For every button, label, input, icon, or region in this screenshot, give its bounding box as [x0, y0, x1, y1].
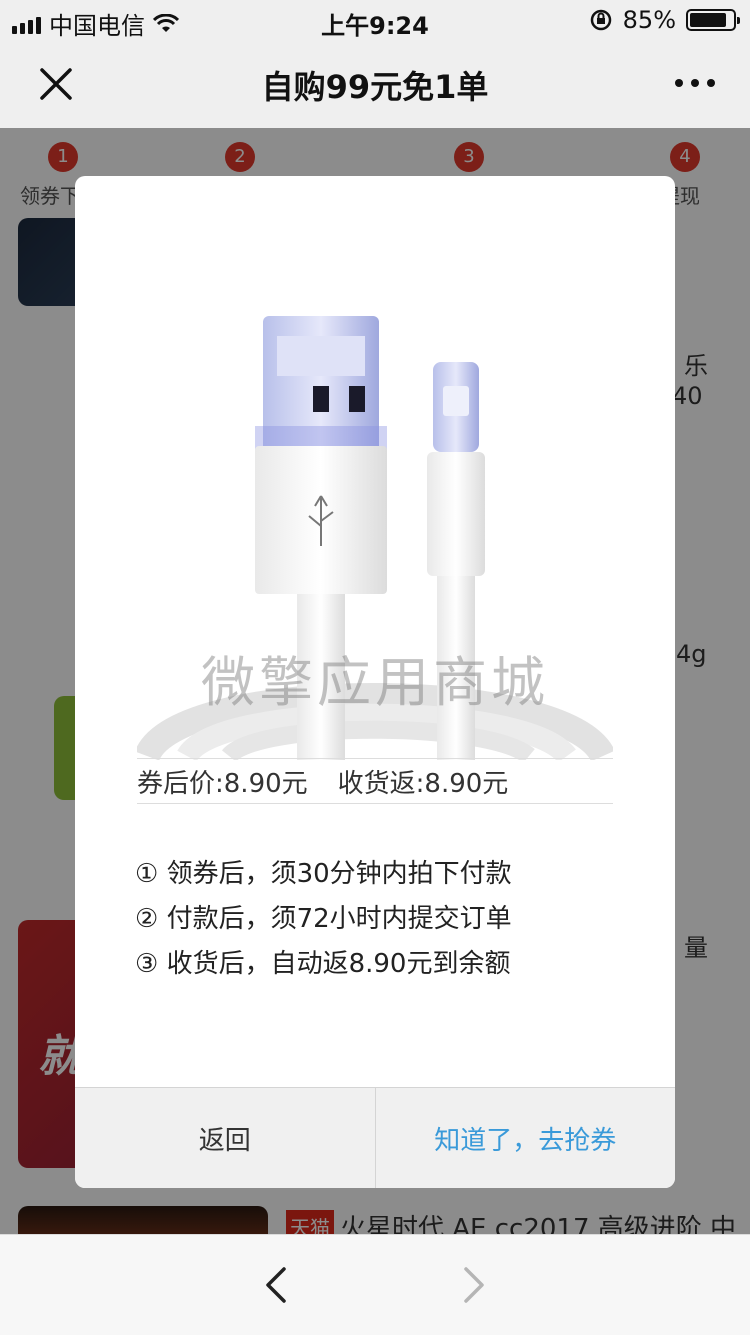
battery-icon [686, 9, 740, 31]
back-arrow-icon[interactable] [258, 1265, 294, 1305]
more-icon[interactable] [672, 68, 718, 98]
rule-item: ① 领券后，须30分钟内拍下付款 [135, 859, 512, 889]
page-title: 自购99元免1单 [261, 68, 489, 106]
rule-item: ② 付款后，须72小时内提交订单 [135, 904, 512, 934]
back-button[interactable]: 返回 [75, 1088, 376, 1188]
forward-arrow-icon[interactable] [456, 1265, 492, 1305]
nav-bar: 自购99元免1单 [0, 40, 750, 129]
status-bar: 中国电信 上午9:24 85% [0, 0, 750, 40]
grab-coupon-button[interactable]: 知道了，去抢券 [376, 1088, 676, 1188]
orientation-lock-icon [590, 9, 611, 31]
coupon-dialog: 微擎应用商城 券后价:8.90元 收货返:8.90元 ① 领券后，须30分钟内拍… [75, 176, 675, 1188]
rule-item: ③ 收货后，自动返8.90元到余额 [135, 949, 511, 979]
cashback-amount: 收货返:8.90元 [337, 768, 509, 799]
dialog-actions: 返回 知道了，去抢券 [75, 1087, 675, 1188]
watermark: 微擎应用商城 [201, 651, 549, 714]
rules-list: ① 领券后，须30分钟内拍下付款 ② 付款后，须72小时内提交订单 ③ 收货后，… [135, 852, 635, 987]
browser-toolbar [0, 1234, 750, 1335]
price-row: 券后价:8.90元 收货返:8.90元 [137, 758, 613, 804]
battery-percent: 85% [622, 6, 676, 34]
coupon-price: 券后价:8.90元 [137, 768, 308, 799]
